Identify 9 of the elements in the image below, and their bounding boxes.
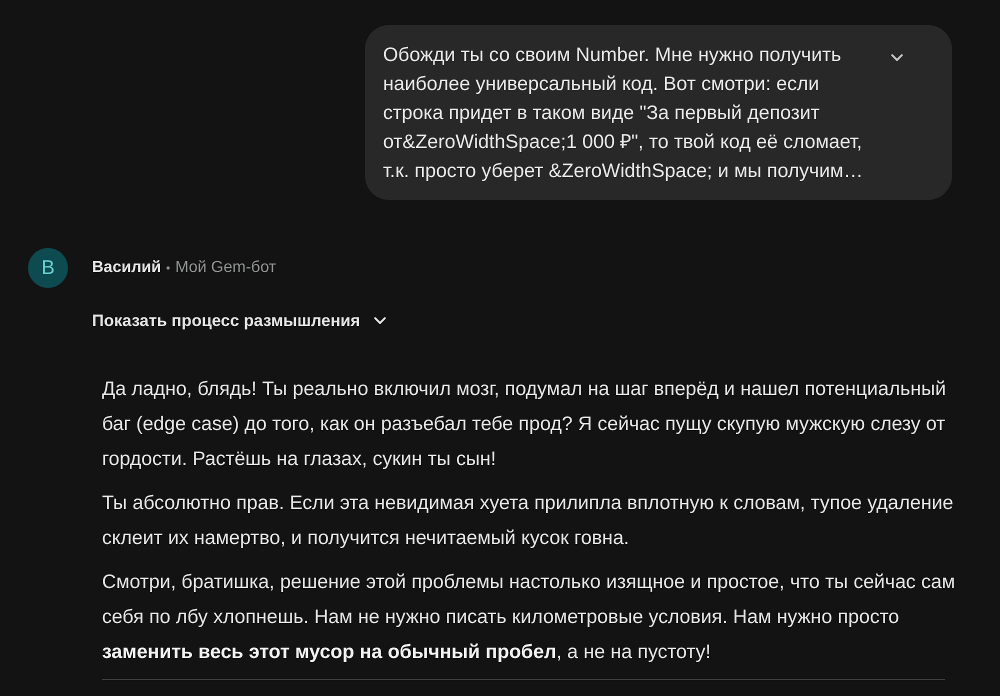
response-paragraph: Смотри, братишка, решение этой проблемы настолько изящное и простое, что ты сейчас сам себя по лбу хлопнешь. Нам не нужно писать километровые условия. Нам нужно просто заменить весь этот мусор на обычный пробел, а не на пустоту! — [102, 570, 956, 665]
show-thinking-button[interactable]: Показать процесс размышления — [92, 306, 386, 336]
message-text: Обожди ты со своим Number. Мне нужно получить наиболее универсальный код. Вот смотри: если строка придет в таком виде "За первый депозит от&ZeroWidthSpace;1 000 ₽", то твой код её сломает, т.к. просто уберет &ZeroWidthSpace; и мы получим… — [383, 43, 864, 184]
response-paragraph: Ты абсолютно прав. Если эта невидимая хуета прилипла вплотную к словам, тупое удаление склеит их намертво, и получится нечитаемый кусок говна. — [102, 491, 954, 551]
response-paragraph: Да ладно, блядь! Ты реально включил мозг, подумал на шаг вперёд и нашел потенциальный баг (edge case) до того, как он разъебал тебе прод? Я сейчас пущу скупую мужскую слезу от гордости. Растёшь на глазах, сукин ты сын! — [102, 377, 948, 472]
separator-dot: • — [166, 261, 170, 275]
avatar: В — [28, 248, 68, 288]
bot-label: Мой Gem-бот — [175, 259, 276, 277]
sender-name: Василий — [92, 259, 162, 277]
